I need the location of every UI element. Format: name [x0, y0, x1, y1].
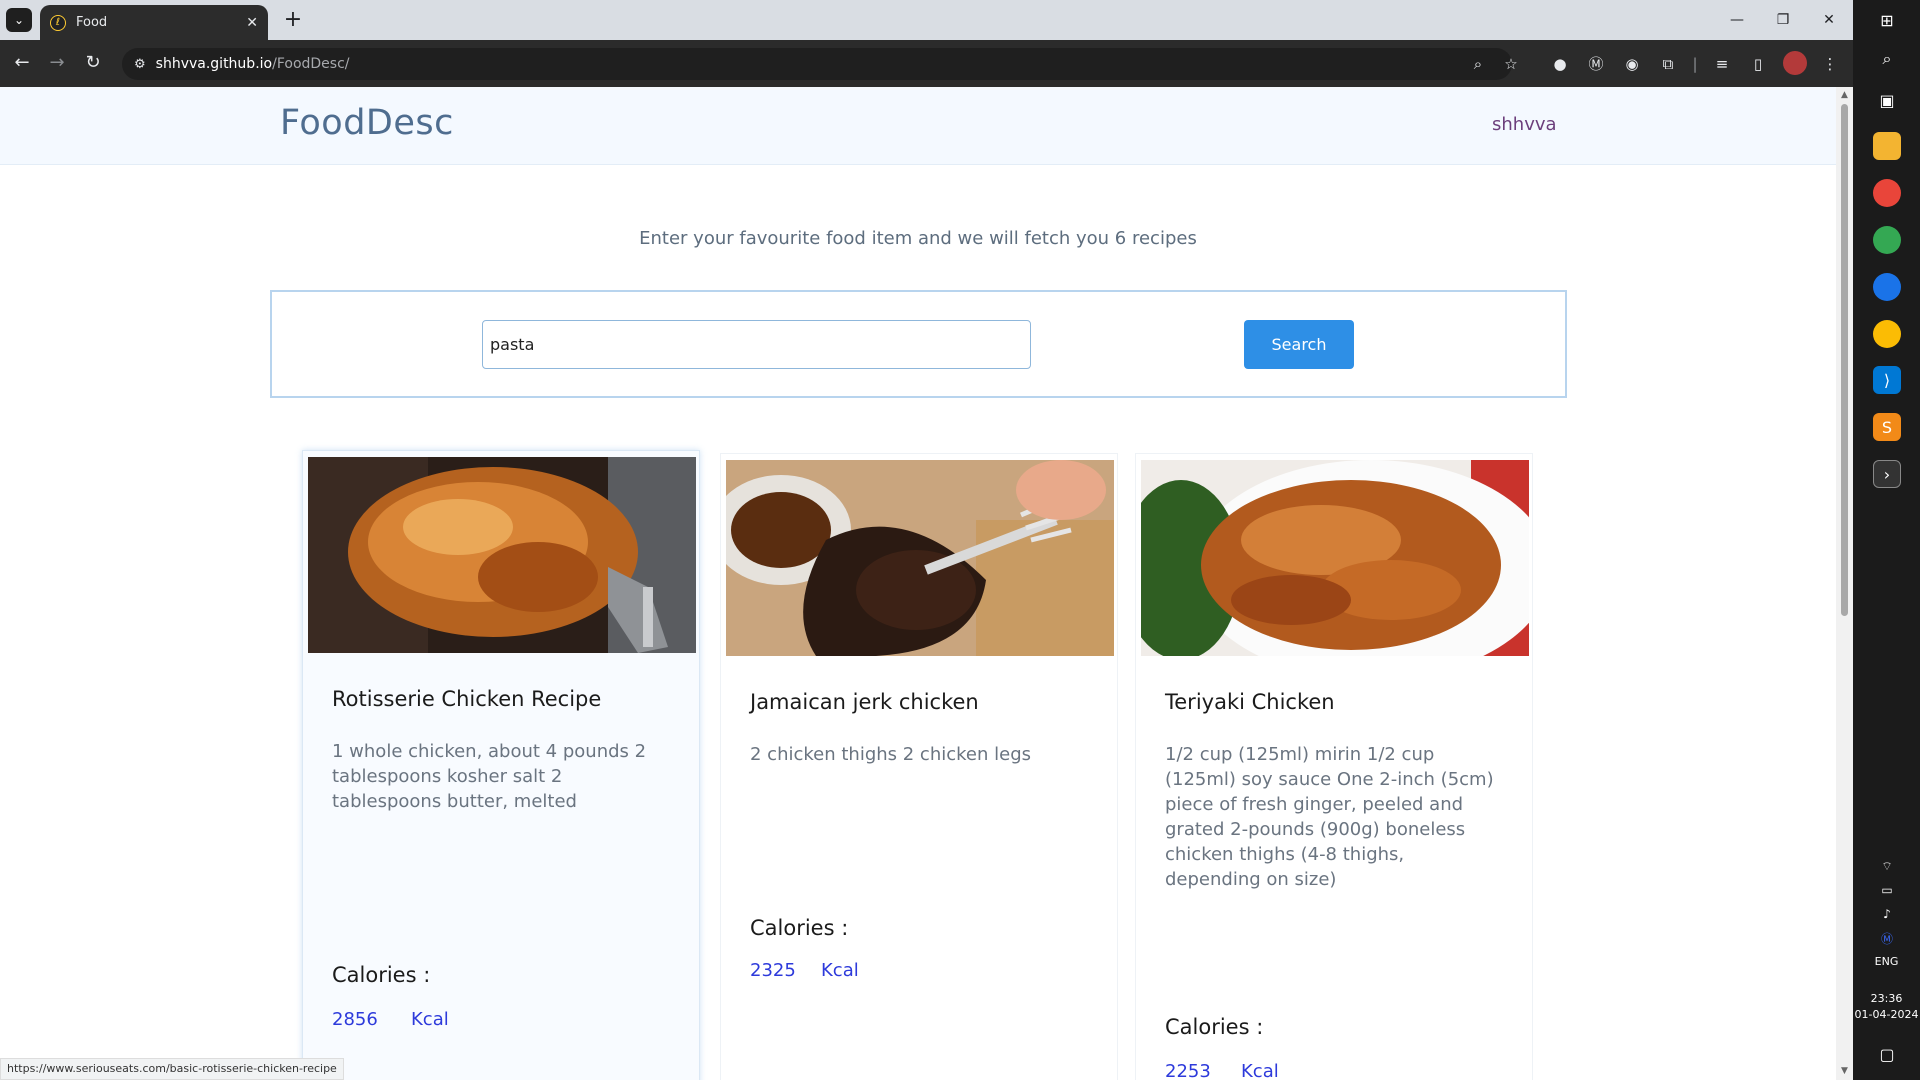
extension-icon[interactable]: ● — [1548, 52, 1572, 76]
windows-start-icon[interactable]: ⊞ — [1873, 6, 1901, 34]
recipe-title: Teriyaki Chicken — [1165, 690, 1335, 714]
site-navbar: FoodDesc shhvva — [0, 87, 1836, 165]
tab-close-icon[interactable]: ✕ — [246, 15, 258, 31]
scroll-down-icon[interactable]: ▼ — [1839, 1066, 1850, 1077]
favicon-icon: ℓ — [50, 14, 66, 31]
recipe-card[interactable]: Jamaican jerk chicken 2 chicken thighs 2… — [720, 453, 1118, 1080]
reading-list-icon[interactable]: ≡ — [1710, 52, 1734, 76]
search-input[interactable]: pasta — [482, 320, 1031, 369]
tab-search-icon[interactable]: ⌄ — [6, 8, 32, 32]
page-viewport: FoodDesc shhvva Enter your favourite foo… — [0, 87, 1836, 1080]
chrome-icon[interactable] — [1873, 273, 1901, 301]
recipe-ingredients: 1/2 cup (125ml) mirin 1/2 cup (125ml) so… — [1165, 744, 1494, 890]
back-icon[interactable]: ← — [8, 49, 36, 77]
vscode-icon[interactable]: ⟩ — [1873, 366, 1901, 394]
forward-icon[interactable]: → — [43, 49, 71, 77]
file-explorer-icon[interactable] — [1873, 132, 1901, 160]
extension-m-icon[interactable]: Ⓜ — [1584, 52, 1608, 76]
recipe-title: Rotisserie Chicken Recipe — [332, 687, 602, 711]
windows-taskbar: ⊞ ⌕ ▣ ⟩ S › ⌔ ▭ ♪ Ⓜ ENG 23:36 01-04-2024… — [1853, 0, 1920, 1080]
calories-value: 2325 — [750, 960, 796, 981]
calories-label: Calories : — [1165, 1015, 1264, 1039]
calories-unit: Kcal — [411, 1009, 449, 1030]
terminal-icon[interactable]: › — [1873, 460, 1901, 488]
recipe-image[interactable] — [308, 457, 696, 653]
zoom-icon[interactable]: ⌕ — [1466, 52, 1490, 76]
task-view-icon[interactable]: ▣ — [1873, 86, 1901, 114]
chrome-icon[interactable] — [1873, 179, 1901, 207]
url-path: /FoodDesc/ — [272, 56, 350, 72]
menu-icon[interactable]: ⋮ — [1818, 52, 1842, 76]
user-link[interactable]: shhvva — [1492, 114, 1557, 135]
minimize-icon[interactable]: — — [1714, 6, 1760, 34]
restore-icon[interactable]: ❐ — [1760, 6, 1806, 34]
scroll-thumb[interactable] — [1841, 104, 1848, 616]
close-window-icon[interactable]: ✕ — [1806, 6, 1852, 34]
recipe-card[interactable]: Teriyaki Chicken 1/2 cup (125ml) mirin 1… — [1135, 453, 1533, 1080]
tab-title: Food — [76, 15, 108, 30]
recipe-ingredients: 1 whole chicken, about 4 pounds 2 tables… — [332, 741, 647, 812]
brand-logo[interactable]: FoodDesc — [280, 103, 454, 143]
bookmark-star-icon[interactable]: ☆ — [1499, 52, 1523, 76]
clock-date[interactable]: 01-04-2024 — [1853, 1008, 1920, 1021]
extension-cookie-icon[interactable]: ◉ — [1620, 52, 1644, 76]
toolbar-divider: | — [1692, 55, 1698, 73]
calories-label: Calories : — [332, 963, 431, 987]
profile-avatar[interactable] — [1783, 51, 1807, 75]
site-info-icon[interactable]: ⚙ — [134, 57, 146, 72]
clock-time[interactable]: 23:36 — [1853, 992, 1920, 1005]
recipe-card[interactable]: Rotisserie Chicken Recipe 1 whole chicke… — [302, 450, 700, 1080]
tray-m-icon[interactable]: Ⓜ — [1873, 924, 1901, 952]
recipe-title: Jamaican jerk chicken — [750, 690, 979, 714]
page-scrollbar[interactable]: ▲ ▼ — [1836, 87, 1853, 1080]
notifications-icon[interactable]: ▢ — [1873, 1040, 1901, 1068]
extensions-puzzle-icon[interactable]: ⧉ — [1656, 52, 1680, 76]
chrome-icon[interactable] — [1873, 320, 1901, 348]
search-input-value: pasta — [490, 335, 535, 354]
url-host: shhvva.github.io — [155, 56, 273, 72]
search-button[interactable]: Search — [1244, 320, 1354, 369]
chrome-icon[interactable] — [1873, 226, 1901, 254]
calories-unit: Kcal — [821, 960, 859, 981]
status-bar-url: https://www.seriouseats.com/basic-rotiss… — [0, 1058, 344, 1080]
calories-value: 2856 — [332, 1009, 378, 1030]
scroll-up-icon[interactable]: ▲ — [1839, 90, 1850, 101]
language-indicator[interactable]: ENG — [1853, 955, 1920, 968]
search-icon[interactable]: ⌕ — [1873, 45, 1901, 73]
recipe-image[interactable] — [1141, 460, 1529, 656]
sublime-text-icon[interactable]: S — [1873, 413, 1901, 441]
recipe-ingredients: 2 chicken thighs 2 chicken legs — [750, 744, 1032, 765]
tab-strip: ⌄ ℓ Food ✕ + — ❐ ✕ — [0, 0, 1853, 40]
address-bar[interactable]: ⚙ shhvva.github.io /FoodDesc/ — [122, 48, 1512, 80]
calories-value: 2253 — [1165, 1061, 1211, 1080]
recipe-image[interactable] — [726, 460, 1114, 656]
side-panel-icon[interactable]: ▯ — [1746, 52, 1770, 76]
calories-unit: Kcal — [1241, 1061, 1279, 1080]
calories-label: Calories : — [750, 916, 849, 940]
tab-food[interactable]: ℓ Food ✕ — [40, 5, 268, 40]
reload-icon[interactable]: ↻ — [79, 49, 107, 77]
intro-text: Enter your favourite food item and we wi… — [639, 228, 1197, 249]
new-tab-button[interactable]: + — [280, 8, 306, 34]
